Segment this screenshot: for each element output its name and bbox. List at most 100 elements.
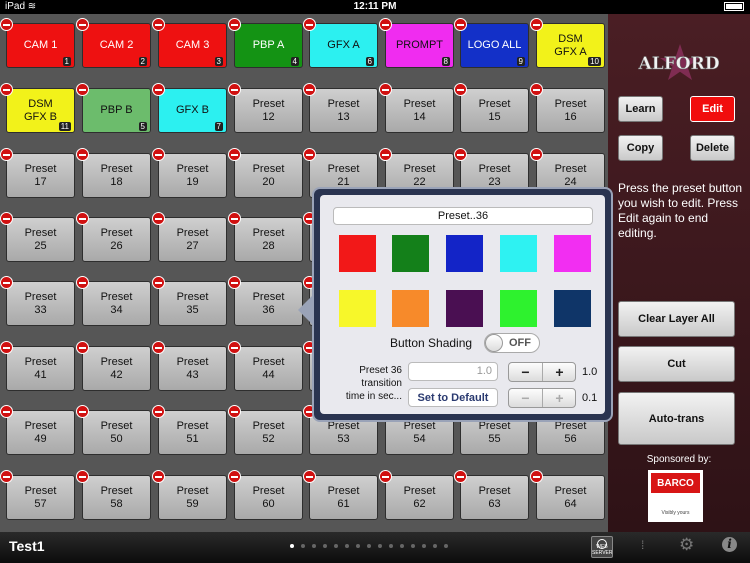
- preset-button[interactable]: Preset 35: [158, 281, 227, 326]
- cut-button[interactable]: Cut: [618, 346, 735, 382]
- auto-trans-button[interactable]: Auto-trans: [618, 392, 735, 445]
- brightness-icon[interactable]: ⁞: [641, 538, 644, 552]
- edit-button[interactable]: Edit: [690, 96, 735, 122]
- preset-button[interactable]: Preset 61: [309, 475, 378, 520]
- page-dot[interactable]: [367, 544, 371, 548]
- preset-button[interactable]: Preset 26: [82, 217, 151, 262]
- delete-preset-icon[interactable]: [303, 83, 316, 96]
- delete-preset-icon[interactable]: [303, 148, 316, 161]
- preset-button[interactable]: GFX B 7: [158, 88, 227, 133]
- preset-button[interactable]: Preset 43: [158, 346, 227, 391]
- delete-preset-icon[interactable]: [454, 83, 467, 96]
- delete-preset-icon[interactable]: [0, 83, 13, 96]
- preset-button[interactable]: Preset 50: [82, 410, 151, 455]
- delete-preset-icon[interactable]: [152, 212, 165, 225]
- preset-button[interactable]: Preset 41: [6, 346, 75, 391]
- color-swatch[interactable]: [446, 290, 483, 327]
- page-dot[interactable]: [323, 544, 327, 548]
- preset-button[interactable]: Preset 18: [82, 153, 151, 198]
- delete-preset-icon[interactable]: [0, 148, 13, 161]
- delete-preset-icon[interactable]: [152, 148, 165, 161]
- page-dot[interactable]: [334, 544, 338, 548]
- preset-button[interactable]: Preset 44: [234, 346, 303, 391]
- page-dot[interactable]: [433, 544, 437, 548]
- preset-button[interactable]: Preset 19: [158, 153, 227, 198]
- delete-preset-icon[interactable]: [0, 470, 13, 483]
- info-icon[interactable]: i: [722, 537, 737, 552]
- transition-stepper-coarse[interactable]: − +: [508, 362, 576, 382]
- delete-preset-icon[interactable]: [76, 212, 89, 225]
- delete-preset-icon[interactable]: [228, 341, 241, 354]
- delete-preset-icon[interactable]: [228, 212, 241, 225]
- preset-button[interactable]: Preset 58: [82, 475, 151, 520]
- delete-preset-icon[interactable]: [379, 148, 392, 161]
- delete-preset-icon[interactable]: [76, 276, 89, 289]
- preset-button[interactable]: Preset 64: [536, 475, 605, 520]
- preset-button[interactable]: CAM 1 1: [6, 23, 75, 68]
- preset-button[interactable]: Preset 27: [158, 217, 227, 262]
- stepper-minus-button[interactable]: −: [509, 363, 543, 381]
- preset-button[interactable]: PROMPT 8: [385, 23, 454, 68]
- page-dot[interactable]: [389, 544, 393, 548]
- color-swatch[interactable]: [500, 235, 537, 272]
- copy-button[interactable]: Copy: [618, 135, 663, 161]
- delete-preset-icon[interactable]: [0, 276, 13, 289]
- delete-preset-icon[interactable]: [303, 470, 316, 483]
- delete-preset-icon[interactable]: [379, 18, 392, 31]
- delete-preset-icon[interactable]: [530, 83, 543, 96]
- delete-preset-icon[interactable]: [76, 18, 89, 31]
- delete-preset-icon[interactable]: [76, 341, 89, 354]
- color-swatch[interactable]: [554, 290, 591, 327]
- page-dot[interactable]: [422, 544, 426, 548]
- color-swatch[interactable]: [500, 290, 537, 327]
- color-swatch[interactable]: [339, 290, 376, 327]
- delete-preset-icon[interactable]: [76, 470, 89, 483]
- delete-preset-icon[interactable]: [454, 18, 467, 31]
- delete-preset-icon[interactable]: [76, 83, 89, 96]
- delete-preset-icon[interactable]: [76, 405, 89, 418]
- color-swatch[interactable]: [392, 290, 429, 327]
- page-dot[interactable]: [345, 544, 349, 548]
- page-dot[interactable]: [312, 544, 316, 548]
- preset-button[interactable]: Preset 36: [234, 281, 303, 326]
- web-server-icon[interactable]: WEB SERVER: [591, 536, 613, 558]
- preset-button[interactable]: Preset 12: [234, 88, 303, 133]
- preset-name-field[interactable]: Preset..36: [333, 207, 593, 225]
- delete-preset-icon[interactable]: [0, 341, 13, 354]
- delete-preset-icon[interactable]: [0, 212, 13, 225]
- delete-preset-icon[interactable]: [228, 148, 241, 161]
- preset-button[interactable]: Preset 52: [234, 410, 303, 455]
- preset-button[interactable]: CAM 3 3: [158, 23, 227, 68]
- page-dot[interactable]: [290, 544, 294, 548]
- delete-preset-icon[interactable]: [228, 276, 241, 289]
- delete-preset-icon[interactable]: [379, 83, 392, 96]
- set-to-default-button[interactable]: Set to Default: [408, 388, 498, 407]
- stepper-minus-button[interactable]: −: [509, 389, 543, 407]
- preset-button[interactable]: Preset 34: [82, 281, 151, 326]
- delete-preset-icon[interactable]: [228, 18, 241, 31]
- preset-button[interactable]: Preset 33: [6, 281, 75, 326]
- clear-layer-all-button[interactable]: Clear Layer All: [618, 301, 735, 337]
- delete-preset-icon[interactable]: [303, 18, 316, 31]
- preset-button[interactable]: Preset 59: [158, 475, 227, 520]
- preset-button[interactable]: Preset 28: [234, 217, 303, 262]
- learn-button[interactable]: Learn: [618, 96, 663, 122]
- delete-preset-icon[interactable]: [530, 148, 543, 161]
- preset-button[interactable]: PBP A 4: [234, 23, 303, 68]
- delete-preset-icon[interactable]: [152, 405, 165, 418]
- preset-button[interactable]: Preset 17: [6, 153, 75, 198]
- gear-icon[interactable]: ⚙: [679, 535, 694, 555]
- preset-button[interactable]: Preset 20: [234, 153, 303, 198]
- preset-button[interactable]: DSM GFX A 10: [536, 23, 605, 68]
- color-swatch[interactable]: [339, 235, 376, 272]
- preset-button[interactable]: Preset 60: [234, 475, 303, 520]
- delete-preset-icon[interactable]: [228, 470, 241, 483]
- preset-button[interactable]: Preset 51: [158, 410, 227, 455]
- delete-preset-icon[interactable]: [454, 148, 467, 161]
- delete-button[interactable]: Delete: [690, 135, 735, 161]
- delete-preset-icon[interactable]: [530, 470, 543, 483]
- page-dot[interactable]: [301, 544, 305, 548]
- preset-button[interactable]: Preset 62: [385, 475, 454, 520]
- button-shading-toggle[interactable]: OFF: [484, 333, 540, 353]
- preset-button[interactable]: LOGO ALL 9: [460, 23, 529, 68]
